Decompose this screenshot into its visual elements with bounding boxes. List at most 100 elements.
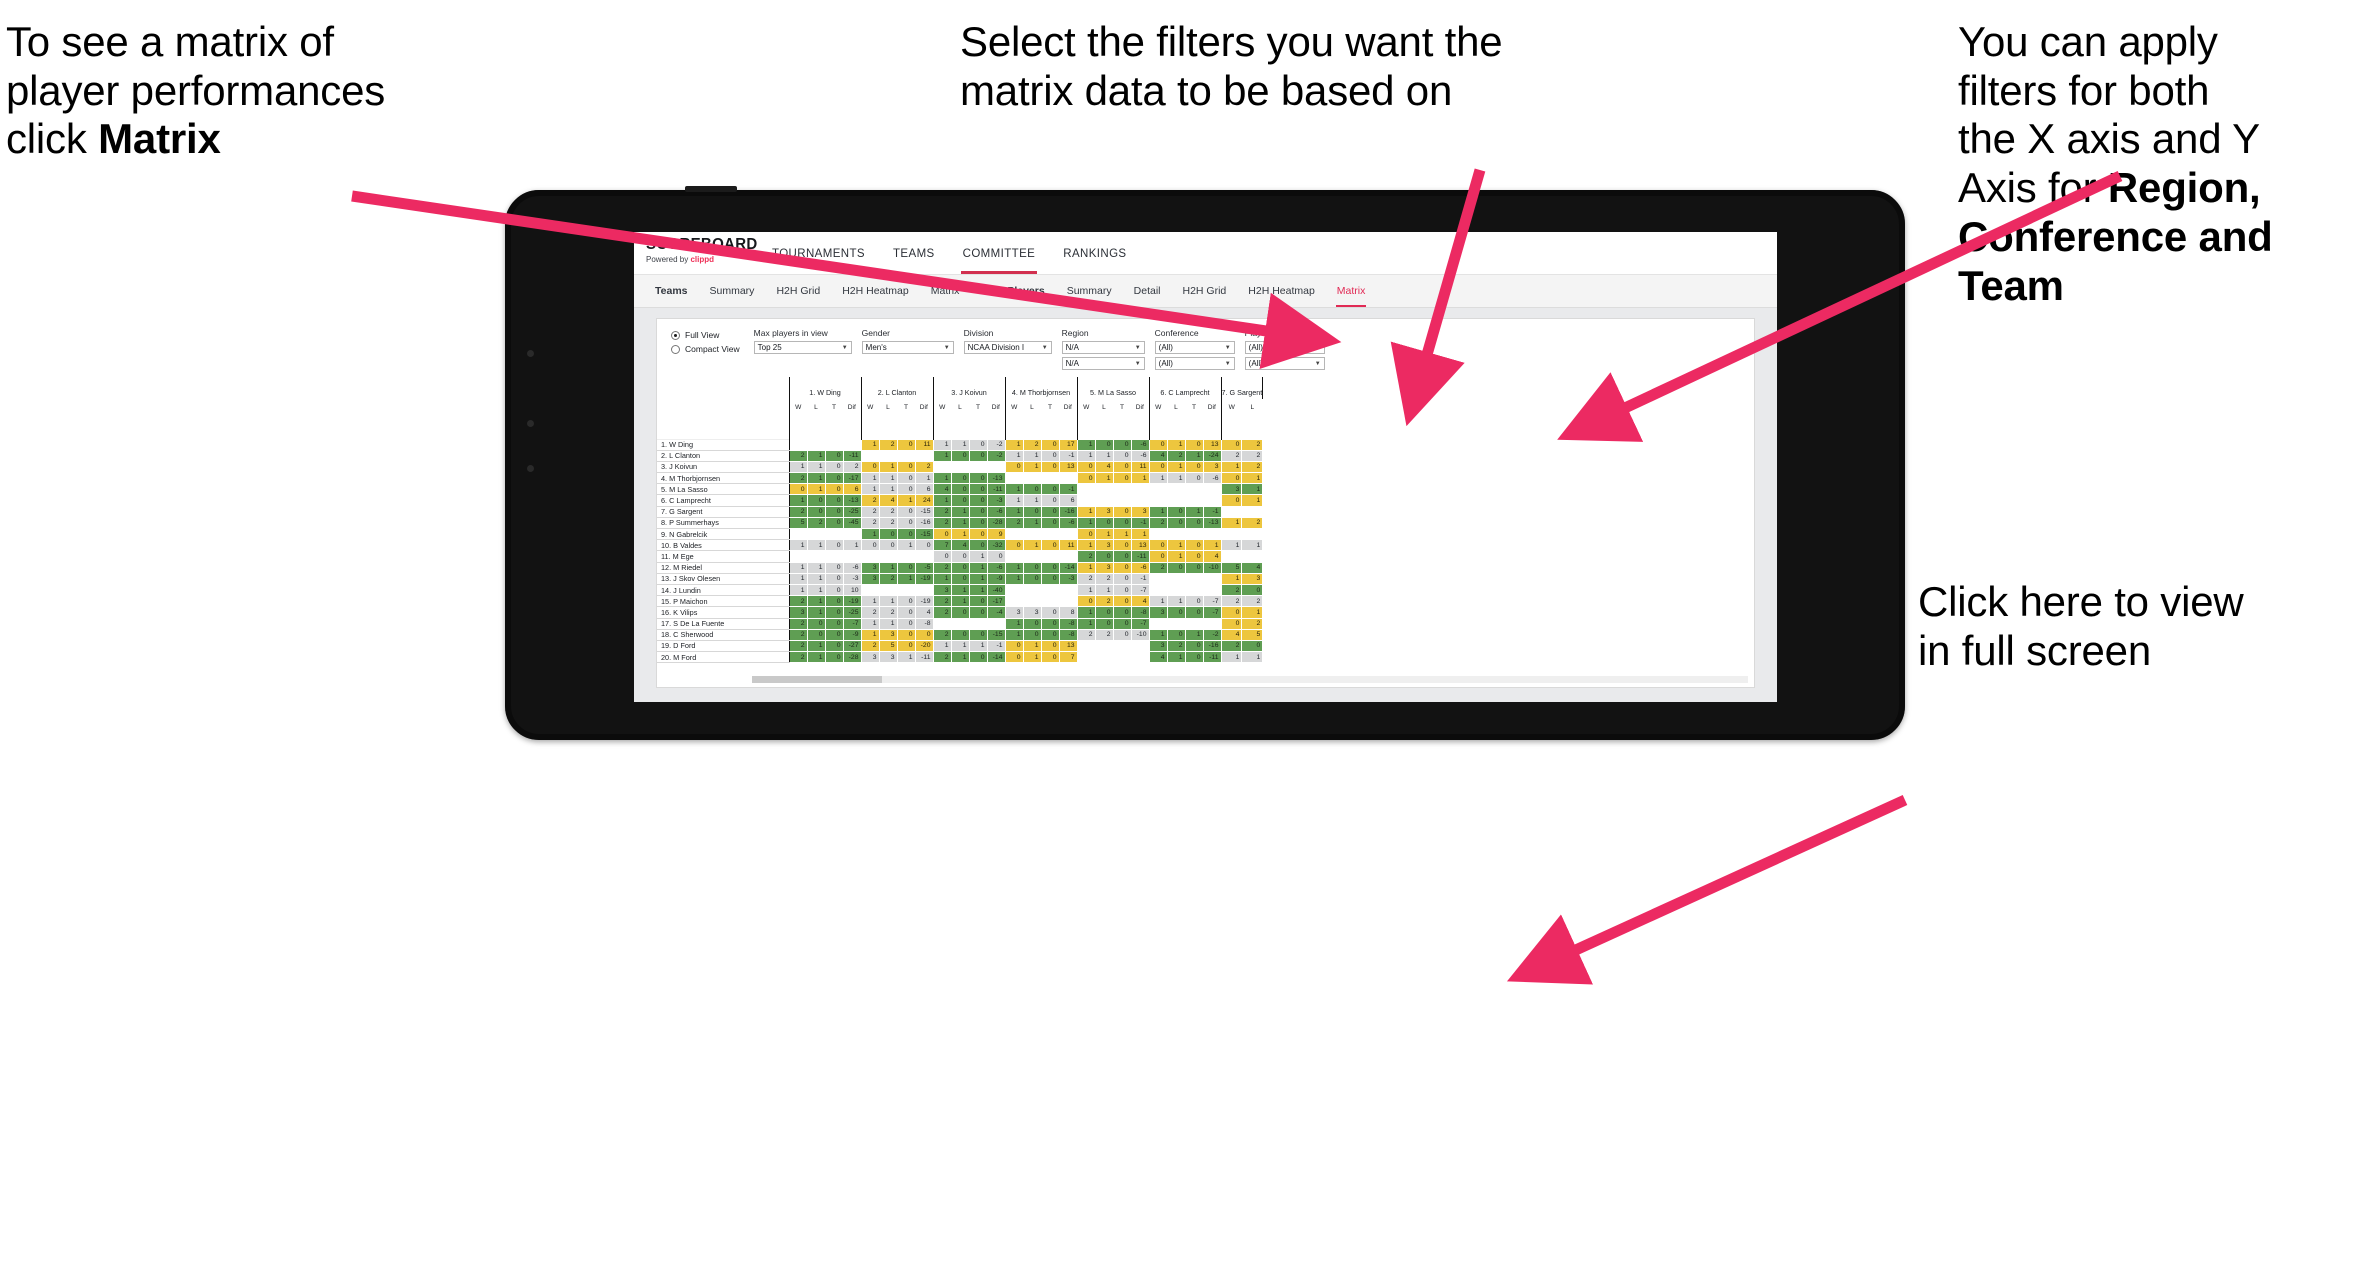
matrix-cell[interactable]: 1 <box>1130 472 1150 485</box>
matrix-cell[interactable] <box>1058 595 1078 608</box>
matrix-cell[interactable] <box>1058 527 1078 541</box>
matrix-cell[interactable]: 2 <box>878 606 898 619</box>
power-button[interactable] <box>685 186 737 192</box>
matrix-cell[interactable]: 1 <box>1004 628 1024 641</box>
matrix-cell[interactable]: 1 <box>788 583 808 597</box>
matrix-column-header[interactable]: 2. L Clanton <box>860 377 933 399</box>
matrix-cell[interactable]: 2 <box>1076 550 1096 563</box>
matrix-cell[interactable]: 0 <box>824 617 844 630</box>
matrix-cell[interactable]: 4 <box>932 483 952 496</box>
matrix-cell[interactable]: -6 <box>986 505 1006 518</box>
matrix-cell[interactable]: 13 <box>1130 539 1150 552</box>
matrix-row-header[interactable]: 7. G Sargent <box>657 505 789 518</box>
matrix-cell[interactable]: -5 <box>914 561 934 574</box>
matrix-cell[interactable]: 0 <box>1040 628 1060 641</box>
matrix-cell[interactable]: 0 <box>1112 505 1132 518</box>
matrix-cell[interactable]: 0 <box>896 617 916 630</box>
matrix-cell[interactable]: 17 <box>1058 438 1078 451</box>
matrix-cell[interactable]: 8 <box>1058 606 1078 619</box>
chevron-down-icon[interactable]: ▼ <box>1315 361 1321 367</box>
matrix-cell[interactable]: 1 <box>860 595 880 608</box>
matrix-cell[interactable]: 1 <box>896 539 916 552</box>
matrix-cell[interactable]: 1 <box>1184 628 1204 641</box>
matrix-cell[interactable]: 2 <box>1241 438 1264 451</box>
matrix-cell[interactable]: 1 <box>1148 472 1168 485</box>
matrix-cell[interactable]: 0 <box>824 505 844 518</box>
matrix-column-header[interactable]: 4. M Thorbjornsen <box>1004 377 1077 399</box>
matrix-cell[interactable]: 1 <box>1241 651 1264 664</box>
matrix-cell[interactable]: 1 <box>1076 438 1096 451</box>
matrix-cell[interactable]: 0 <box>1040 505 1060 518</box>
matrix-cell[interactable] <box>1058 550 1078 563</box>
matrix-cell[interactable]: 1 <box>1004 572 1024 585</box>
matrix-cell[interactable]: 0 <box>1094 617 1114 630</box>
matrix-cell[interactable]: 0 <box>824 561 844 574</box>
matrix-cell[interactable]: 1 <box>1076 505 1096 518</box>
select-conference-y[interactable]: (All) ▼ <box>1154 357 1235 370</box>
matrix-cell[interactable]: 0 <box>1076 527 1096 541</box>
matrix-cell[interactable] <box>1166 572 1186 585</box>
matrix-cell[interactable]: 1 <box>1166 472 1186 485</box>
matrix-cell[interactable]: 3 <box>860 572 880 585</box>
matrix-cell[interactable]: 0 <box>824 483 844 496</box>
matrix-cell[interactable] <box>788 527 808 541</box>
matrix-cell[interactable] <box>1004 550 1024 563</box>
matrix-cell[interactable]: -1 <box>1058 483 1078 496</box>
matrix-cell[interactable]: -25 <box>842 505 862 518</box>
matrix-cell[interactable]: 1 <box>788 572 808 585</box>
matrix-cell[interactable]: 1 <box>860 628 880 641</box>
matrix-cell[interactable]: 0 <box>1166 606 1186 619</box>
matrix-row[interactable]: 8. P Summerhays 5 2 0 -45 2 2 0 -16 2 1 0 -28 2 1 0 -6 1 0… <box>657 516 1264 530</box>
matrix-cell[interactable] <box>860 583 880 597</box>
matrix-cell[interactable]: 0 <box>1022 505 1042 518</box>
matrix-cell[interactable]: 0 <box>1004 651 1024 664</box>
matrix-cell[interactable] <box>1184 527 1204 541</box>
matrix-cell[interactable]: 1 <box>860 483 880 496</box>
matrix-cell[interactable]: 1 <box>878 483 898 496</box>
matrix-cell[interactable] <box>842 550 862 563</box>
matrix-cell[interactable]: 3 <box>1220 483 1243 496</box>
matrix-cell[interactable]: -1 <box>1130 572 1150 585</box>
matrix-cell[interactable]: 0 <box>950 550 970 563</box>
matrix-cell[interactable]: 1 <box>1076 617 1096 630</box>
matrix-cell[interactable]: 2 <box>1094 595 1114 608</box>
matrix-cell[interactable]: 0 <box>968 606 988 619</box>
matrix-cell[interactable] <box>1022 595 1042 608</box>
matrix-cell[interactable]: 0 <box>824 583 844 597</box>
matrix-cell[interactable]: 0 <box>806 505 826 518</box>
matrix-cell[interactable]: 0 <box>968 516 988 530</box>
matrix-cell[interactable]: 1 <box>1220 651 1243 664</box>
matrix-cell[interactable]: 0 <box>1112 460 1132 474</box>
matrix-cell[interactable] <box>878 583 898 597</box>
matrix-cell[interactable]: 4 <box>1241 561 1264 574</box>
matrix-cell[interactable] <box>1094 494 1114 507</box>
matrix-cell[interactable]: 1 <box>932 494 952 507</box>
matrix-cell[interactable]: 1 <box>1004 617 1024 630</box>
matrix-cell[interactable]: 0 <box>950 606 970 619</box>
matrix-cell[interactable]: 0 <box>950 561 970 574</box>
matrix-cell[interactable]: 0 <box>1184 561 1204 574</box>
matrix-cell[interactable]: 1 <box>932 449 952 462</box>
matrix-cell[interactable] <box>806 527 826 541</box>
matrix-cell[interactable]: 2 <box>860 606 880 619</box>
radio-icon-selected[interactable] <box>671 330 680 340</box>
matrix-column-header[interactable]: 7. G Sargent <box>1220 377 1264 399</box>
matrix-cell[interactable] <box>1202 583 1222 597</box>
matrix-cell[interactable]: 1 <box>1004 449 1024 462</box>
matrix-cell[interactable]: 0 <box>950 483 970 496</box>
matrix-cell[interactable]: 3 <box>1130 505 1150 518</box>
matrix-cell[interactable] <box>1040 595 1060 608</box>
matrix-cell[interactable] <box>878 449 898 462</box>
matrix-cell[interactable]: 2 <box>788 595 808 608</box>
matrix-cell[interactable]: 1 <box>950 516 970 530</box>
matrix-cell[interactable]: 0 <box>950 494 970 507</box>
matrix-cell[interactable]: 2 <box>1076 628 1096 641</box>
matrix-row[interactable]: 5. M La Sasso 0 1 0 6 1 1 0 6 4 0 0 -11 1 0 0 -1 3 1 <box>657 483 1264 496</box>
matrix-cell[interactable]: 13 <box>1058 460 1078 474</box>
matrix-cell[interactable]: 2 <box>788 617 808 630</box>
matrix-cell[interactable]: 4 <box>1202 550 1222 563</box>
matrix-cell[interactable]: -1 <box>986 639 1006 653</box>
matrix-cell[interactable] <box>1004 583 1024 597</box>
matrix-cell[interactable] <box>1112 651 1132 664</box>
matrix-cell[interactable]: 2 <box>860 505 880 518</box>
